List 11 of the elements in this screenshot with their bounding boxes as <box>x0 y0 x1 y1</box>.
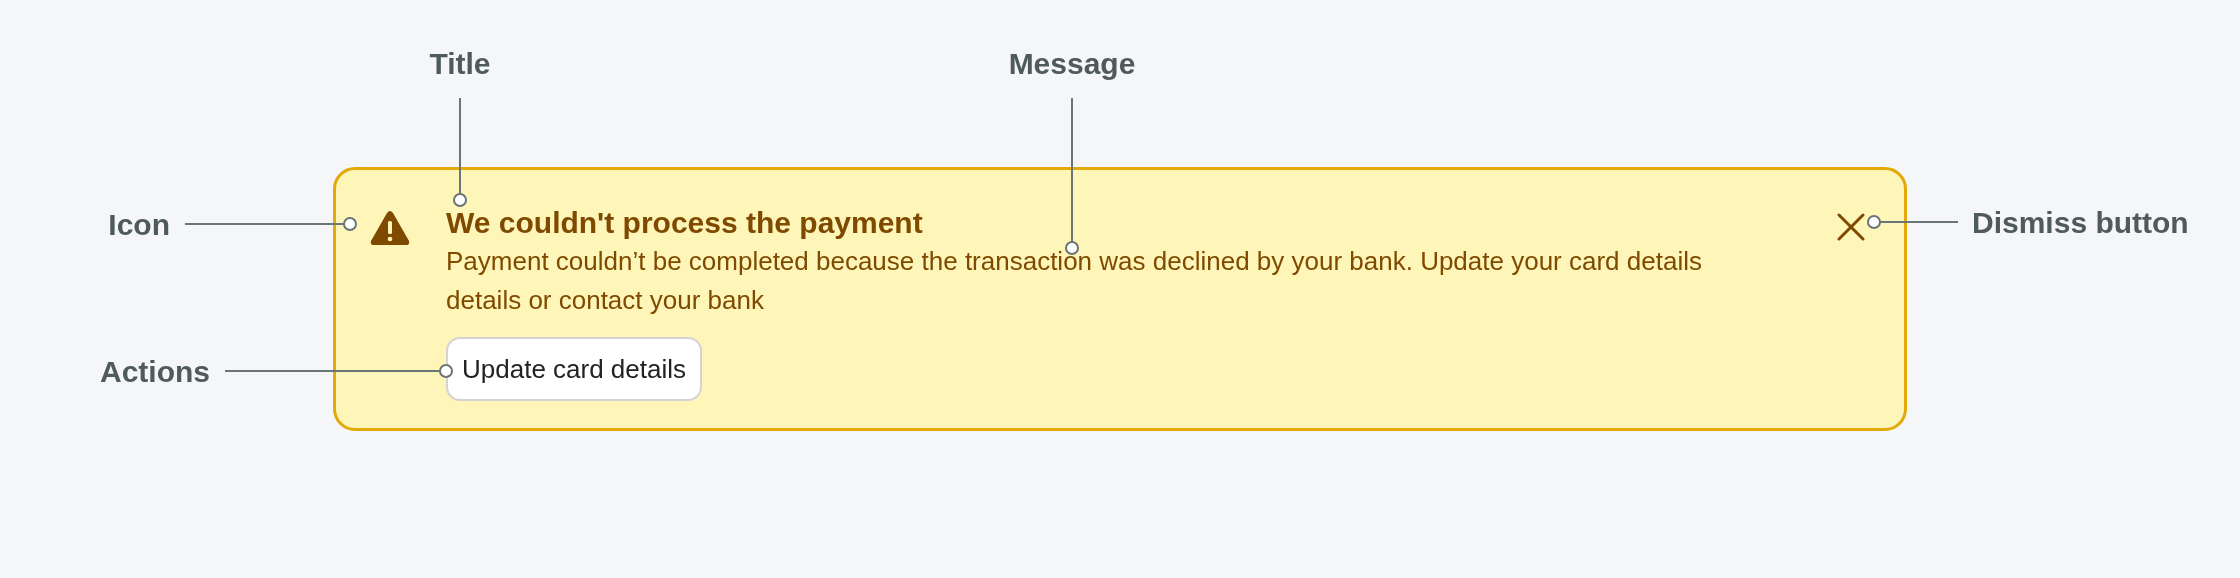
update-card-details-button[interactable]: Update card details <box>446 337 703 401</box>
alert-title: We couldn't process the payment <box>446 205 923 241</box>
close-button[interactable] <box>1836 212 1866 242</box>
close-icon <box>1837 213 1865 241</box>
warning-icon <box>370 210 410 246</box>
alert-message: Payment couldn’t be completed because the transaction was declined by your bank. Update your card details details or contact your bank <box>446 245 1703 317</box>
annotation-label: Message <box>1007 46 1137 82</box>
annotation-label: Dismiss button <box>1972 205 2190 241</box>
annotation-label: Actions <box>99 354 210 390</box>
annotation-label: Title <box>428 46 492 82</box>
annotation-label: Icon <box>107 207 170 243</box>
